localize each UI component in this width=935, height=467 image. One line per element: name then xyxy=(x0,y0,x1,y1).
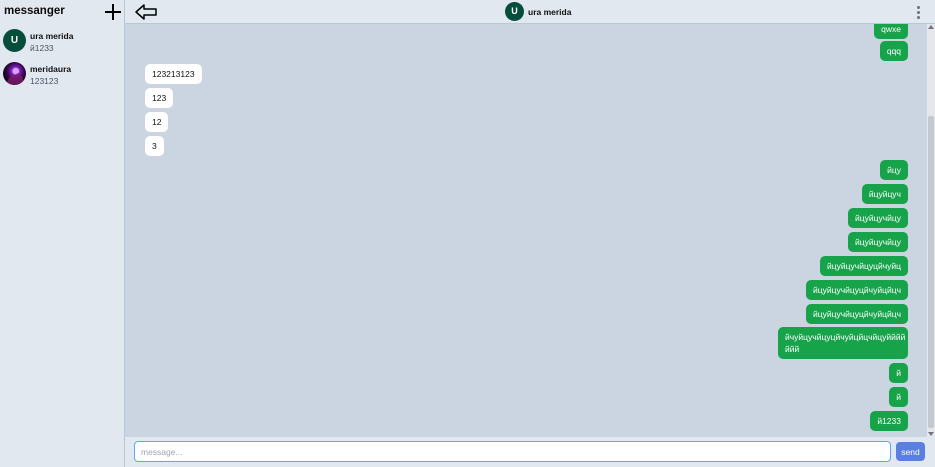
chat-last-message: й1233 xyxy=(30,43,54,53)
message-scrollbar[interactable] xyxy=(927,24,935,437)
message-outgoing: йцуйцуч xyxy=(861,184,908,204)
message-outgoing: й xyxy=(889,363,908,383)
message-incoming: 123213123 xyxy=(145,64,202,84)
send-button[interactable]: send xyxy=(896,442,925,461)
avatar: U xyxy=(3,29,26,52)
composer: send xyxy=(125,437,935,467)
chat-last-message: 123123 xyxy=(30,76,59,86)
message-incoming: 123 xyxy=(145,88,174,108)
scroll-down-icon[interactable] xyxy=(928,432,934,436)
app-title: messanger xyxy=(4,5,65,17)
message-outgoing: йцуйцучйцуцйчуйцйцч xyxy=(806,280,908,300)
chat-name: meridaura xyxy=(30,64,72,74)
message-input[interactable] xyxy=(134,441,891,462)
scroll-thumb[interactable] xyxy=(928,116,934,428)
message-incoming: 3 xyxy=(145,136,164,156)
sidebar-header: messanger xyxy=(0,0,125,24)
message-outgoing: йцу xyxy=(880,160,908,180)
chat-item-meridaura[interactable]: meridaura 123123 xyxy=(0,62,125,94)
chat-item-ura-merida[interactable]: U ura merida й1233 xyxy=(0,29,125,61)
scroll-up-icon[interactable] xyxy=(928,25,934,29)
message-outgoing: qwxe xyxy=(874,24,908,39)
message-outgoing: йцуйцучйцуцйчуйцйцч xyxy=(806,304,908,324)
avatar xyxy=(3,62,26,85)
peer-name: ura merida xyxy=(528,7,572,17)
chat-name: ura merida xyxy=(30,31,74,41)
chat-header: U ura merida xyxy=(125,0,935,24)
message-outgoing: йцуйцучйцуцйчуйц xyxy=(820,256,908,276)
message-outgoing: йцуйцучйцу xyxy=(847,232,908,252)
message-outgoing: йцуйцучйцу xyxy=(847,208,908,228)
sidebar: messanger U ura merida й1233 meridaura 1… xyxy=(0,0,125,467)
arrow-left-icon[interactable] xyxy=(134,3,158,21)
avatar: U xyxy=(505,2,524,21)
message-incoming: 12 xyxy=(145,112,169,132)
message-outgoing: йчуйцучйцуцйчуйцйцчйцуйййй ййй xyxy=(778,327,908,359)
message-list: qwxe qqq 123213123 123 12 3 йцу йцуйцуч … xyxy=(125,24,935,437)
message-outgoing: й1233 xyxy=(870,411,908,431)
plus-icon[interactable] xyxy=(104,3,122,21)
message-outgoing: qqq xyxy=(879,41,908,61)
more-vertical-icon[interactable] xyxy=(916,6,922,20)
message-outgoing: й xyxy=(889,387,908,407)
